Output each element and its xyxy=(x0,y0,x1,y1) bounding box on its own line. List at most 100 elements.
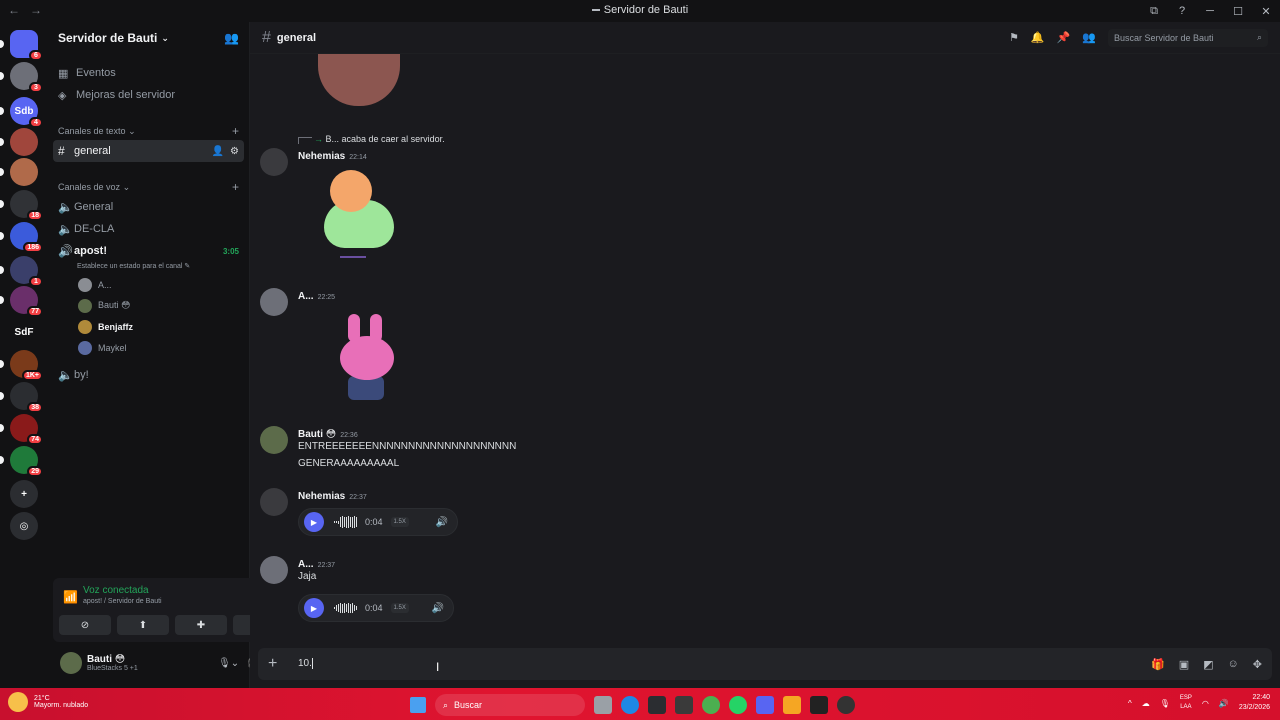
server-icon-10[interactable]: SdF xyxy=(10,318,38,346)
terminal-icon[interactable] xyxy=(810,696,828,714)
voice-user[interactable]: Benjaffz xyxy=(48,316,249,337)
server-header[interactable]: Servidor de Bauti ⌄ 👥 xyxy=(48,22,249,54)
invite-icon[interactable]: 👥 xyxy=(224,31,239,45)
minimize-button[interactable]: ─ xyxy=(1196,0,1224,22)
forward-icon[interactable]: → xyxy=(30,3,42,17)
gift-icon[interactable]: 🎁 xyxy=(1151,658,1165,671)
attach-icon[interactable]: + xyxy=(268,655,298,673)
server-icon-12[interactable]: 38 xyxy=(10,382,43,413)
avatar[interactable] xyxy=(260,556,288,584)
weather-widget[interactable]: 21°C Mayorm. nublado xyxy=(8,692,88,712)
inbox-icon[interactable]: ⧉ xyxy=(1140,0,1168,22)
back-icon[interactable]: ← xyxy=(8,3,20,17)
text-category[interactable]: Canales de texto ⌄ + xyxy=(48,122,249,140)
volume-icon[interactable]: 🔊 xyxy=(436,517,448,528)
voice-category[interactable]: Canales de voz ⌄ + xyxy=(48,178,249,196)
voice-user[interactable]: A... xyxy=(48,274,249,295)
playback-speed[interactable]: 1.5X xyxy=(390,517,409,527)
wifi-icon[interactable]: ◠ xyxy=(1202,699,1209,708)
volume-icon[interactable]: 🔊 xyxy=(1219,699,1229,708)
server-icon-4[interactable] xyxy=(10,128,38,156)
maximize-button[interactable]: ☐ xyxy=(1224,0,1252,22)
author-name[interactable]: Nehemias xyxy=(298,491,345,502)
voice-status-prompt[interactable]: Establece un estado para el canal ✎ xyxy=(48,262,249,274)
sticker-image[interactable] xyxy=(318,54,400,106)
server-icon-5[interactable] xyxy=(10,158,38,186)
server-icon-3[interactable]: Sdb 4 xyxy=(10,97,43,128)
language-indicator[interactable]: ESP LAA xyxy=(1180,694,1192,712)
voice-channel-general[interactable]: 🔈 General xyxy=(53,196,244,218)
author-name[interactable]: Bauti 😳 xyxy=(298,429,336,440)
apps-icon[interactable]: ✥ xyxy=(1253,658,1262,671)
channel-general[interactable]: # general 👤 ⚙ xyxy=(53,140,244,162)
gear-icon[interactable]: ⚙ xyxy=(230,146,239,157)
help-icon[interactable]: ? xyxy=(1168,0,1196,22)
voice-channel-apost[interactable]: 🔊 apost! 3:05 xyxy=(53,240,244,262)
play-button[interactable]: ▶ xyxy=(304,598,324,618)
sticker-image[interactable] xyxy=(334,314,400,404)
store-icon[interactable] xyxy=(648,696,666,714)
members-icon[interactable]: 👥 xyxy=(1082,31,1096,44)
search-input[interactable]: Buscar Servidor de Bauti ⌕ xyxy=(1108,28,1268,47)
avatar[interactable] xyxy=(60,652,82,674)
author-name[interactable]: Nehemias xyxy=(298,151,345,162)
voice-channel-by[interactable]: 🔈 by! xyxy=(53,364,244,386)
avatar[interactable] xyxy=(260,288,288,316)
message-input[interactable]: 10. xyxy=(298,658,313,670)
waveform[interactable] xyxy=(334,516,357,528)
obs-icon[interactable] xyxy=(837,696,855,714)
gif-icon[interactable]: ▣ xyxy=(1179,658,1189,671)
edge-icon[interactable] xyxy=(621,696,639,714)
message-composer[interactable]: + 10. 🎁 ▣ ◩ ☺ ✥ xyxy=(258,648,1272,680)
server-icon-11[interactable]: 1K+ xyxy=(10,350,43,381)
server-icon-6[interactable]: 18 xyxy=(10,190,43,221)
threads-icon[interactable]: ⚑ xyxy=(1009,31,1019,44)
add-channel-icon[interactable]: + xyxy=(232,124,239,138)
waveform[interactable] xyxy=(334,602,357,614)
activities-button[interactable]: ✚ xyxy=(175,615,227,635)
add-channel-icon[interactable]: + xyxy=(232,180,239,194)
discord-icon[interactable] xyxy=(756,696,774,714)
sticker-icon[interactable]: ◩ xyxy=(1203,658,1213,671)
voice-user[interactable]: Maykel xyxy=(48,337,249,358)
microphone-icon[interactable]: 🎙 xyxy=(1160,699,1170,708)
discord-icon[interactable]: 6 xyxy=(10,30,43,61)
close-button[interactable]: ✕ xyxy=(1252,0,1280,22)
bluestacks-icon[interactable] xyxy=(675,696,693,714)
microphone-icon[interactable]: 🎙⌄ xyxy=(218,658,239,669)
clock[interactable]: 22:40 23/2/2026 xyxy=(1239,693,1270,713)
file-explorer-icon[interactable] xyxy=(594,696,612,714)
playback-speed[interactable]: 1.5X xyxy=(390,603,409,613)
voice-channel-path[interactable]: apost! / Servidor de Bauti xyxy=(83,598,162,605)
pin-icon[interactable]: 📌 xyxy=(1057,31,1071,44)
chrome-icon[interactable] xyxy=(702,696,720,714)
emoji-icon[interactable]: ☺ xyxy=(1228,658,1239,671)
app-icon[interactable] xyxy=(783,696,801,714)
play-button[interactable]: ▶ xyxy=(304,512,324,532)
taskbar-search[interactable]: ⌕ Buscar xyxy=(435,694,585,716)
invite-member-icon[interactable]: 👤 xyxy=(212,146,224,157)
server-icon-13[interactable]: 74 xyxy=(10,414,43,445)
voice-user[interactable]: Bauti 😳 xyxy=(48,295,249,316)
avatar[interactable] xyxy=(260,426,288,454)
server-icon-14[interactable]: 29 xyxy=(10,446,43,477)
sticker-image[interactable] xyxy=(310,170,410,262)
voice-channel-de-cla[interactable]: 🔈 DE-CLA xyxy=(53,218,244,240)
network-icon[interactable]: ☁ xyxy=(1142,699,1150,708)
explore-icon[interactable]: ◎ xyxy=(10,512,38,540)
whatsapp-icon[interactable] xyxy=(729,696,747,714)
camera-off-button[interactable]: ⊘ xyxy=(59,615,111,635)
avatar[interactable] xyxy=(260,488,288,516)
volume-icon[interactable]: 🔊 xyxy=(432,603,444,614)
screen-share-button[interactable]: ⬆ xyxy=(117,615,169,635)
server-icon-2[interactable]: 3 xyxy=(10,62,43,93)
boosts-item[interactable]: ◈ Mejoras del servidor xyxy=(48,84,249,106)
start-button[interactable] xyxy=(410,697,426,713)
author-name[interactable]: A... xyxy=(298,291,314,302)
add-server-icon[interactable]: + xyxy=(10,480,38,508)
events-item[interactable]: ▦ Eventos xyxy=(48,62,249,84)
bell-icon[interactable]: 🔔 xyxy=(1031,31,1045,44)
signal-icon[interactable]: 📶 xyxy=(63,590,78,604)
author-name[interactable]: A... xyxy=(298,559,314,570)
server-icon-7[interactable]: 186 xyxy=(10,222,43,253)
